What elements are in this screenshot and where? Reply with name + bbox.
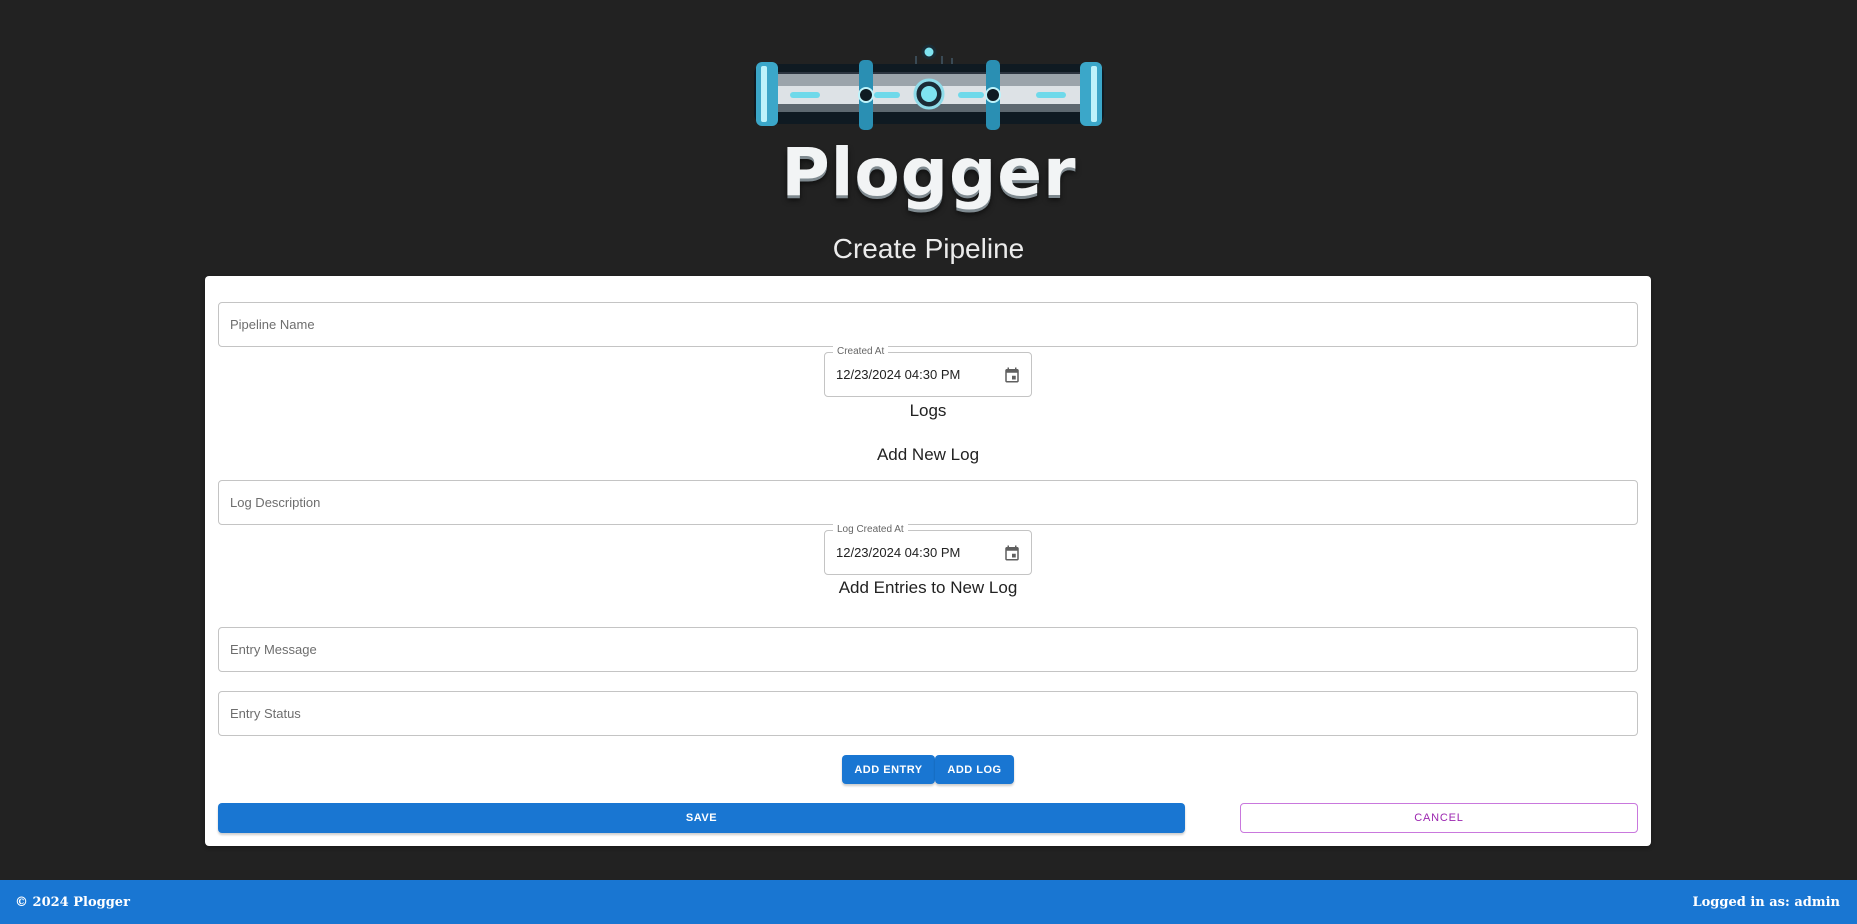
entry-message-field[interactable] xyxy=(218,627,1638,672)
entry-message-input[interactable] xyxy=(219,628,1637,671)
logged-in-status: Logged in as: admin xyxy=(1692,895,1840,910)
log-description-input[interactable] xyxy=(219,481,1637,524)
add-new-log-heading: Add New Log xyxy=(876,445,980,464)
log-created-at-label: Log Created At xyxy=(833,524,908,536)
copyright-text: © 2024 Plogger xyxy=(15,895,130,910)
app-logo: Plogger xyxy=(748,42,1110,212)
pipeline-logo-icon xyxy=(754,44,1104,130)
log-description-field[interactable] xyxy=(218,480,1638,525)
save-button[interactable]: SAVE xyxy=(218,803,1185,833)
footer: © 2024 Plogger Logged in as: admin xyxy=(0,880,1857,924)
created-at-value[interactable]: 12/23/2024 04:30 PM xyxy=(836,368,960,382)
add-entry-button[interactable]: ADD ENTRY xyxy=(842,755,935,784)
entry-status-field[interactable] xyxy=(218,691,1638,736)
log-created-at-value[interactable]: 12/23/2024 04:30 PM xyxy=(836,546,960,560)
page-title: Create Pipeline xyxy=(832,233,1025,264)
pipeline-name-field[interactable] xyxy=(218,302,1638,347)
calendar-icon[interactable] xyxy=(1003,544,1021,562)
created-at-label: Created At xyxy=(833,346,889,358)
add-log-button[interactable]: ADD LOG xyxy=(935,755,1014,784)
calendar-icon[interactable] xyxy=(1003,366,1021,384)
logo-wordmark: Plogger xyxy=(781,134,1077,211)
logs-heading: Logs xyxy=(909,401,947,420)
create-pipeline-form: Created At 12/23/2024 04:30 PM Logs Add … xyxy=(205,276,1651,846)
log-created-at-field[interactable]: Log Created At 12/23/2024 04:30 PM xyxy=(824,524,1032,575)
add-entries-heading: Add Entries to New Log xyxy=(838,578,1018,597)
created-at-field[interactable]: Created At 12/23/2024 04:30 PM xyxy=(824,346,1032,397)
entry-status-input[interactable] xyxy=(219,692,1637,735)
cancel-button[interactable]: CANCEL xyxy=(1240,803,1638,833)
pipeline-name-input[interactable] xyxy=(219,303,1637,346)
